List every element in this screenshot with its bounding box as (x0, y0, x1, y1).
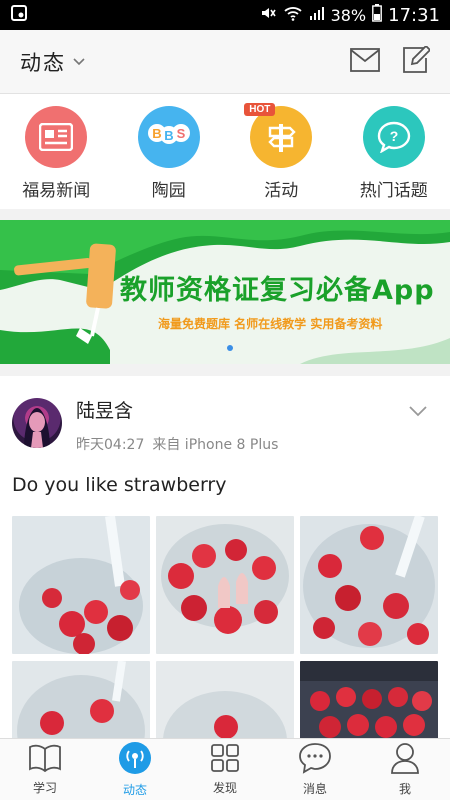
bbs-icon: B B S (137, 106, 200, 168)
photo-thumbnail[interactable] (12, 516, 150, 654)
tab-feed[interactable]: 动态 (90, 739, 180, 800)
signpost-icon: HOT (244, 103, 313, 168)
tab-label: 动态 (122, 783, 147, 797)
tab-label: 发现 (212, 781, 237, 795)
photo-thumbnail[interactable] (156, 516, 294, 654)
mute-icon (259, 4, 277, 26)
svg-text:?: ? (389, 128, 398, 144)
tab-discover[interactable]: 发现 (180, 739, 270, 800)
post-source: 来自 iPhone 8 Plus (152, 437, 279, 453)
signal-icon (309, 5, 325, 25)
svg-text:B: B (152, 126, 161, 141)
entry-label: 热门话题 (359, 181, 428, 201)
photo-thumbnail[interactable] (156, 661, 294, 738)
clock: 17:31 (388, 4, 440, 26)
tab-label: 消息 (302, 782, 327, 796)
broadcast-icon (118, 741, 152, 779)
tab-label: 我 (398, 782, 411, 796)
post-author[interactable]: 陆昱含 (76, 396, 133, 423)
chat-bubble-icon (298, 742, 332, 778)
status-bar: 38% 17:31 (0, 0, 450, 30)
photo-thumbnail[interactable] (300, 516, 438, 654)
tab-label: 学习 (32, 781, 57, 795)
bottom-tab-bar: 学习 动态 发现 消息 我 (0, 738, 450, 800)
entry-label: 陶园 (151, 181, 186, 201)
hot-badge: HOT (244, 103, 276, 116)
tab-study[interactable]: 学习 (0, 739, 90, 800)
banner-subtitle: 海量免费题库 名师在线教学 实用备考资料 (158, 317, 383, 331)
photo-grid (12, 516, 438, 738)
screenshot-notification-icon (10, 4, 28, 26)
quick-entry-bar: 福易新闻 B B S 陶园 HOT 活动 ? 热门话题 (0, 94, 450, 209)
battery-icon (372, 4, 383, 26)
tab-messages[interactable]: 消息 (270, 739, 360, 800)
post-time: 昨天04:27 (76, 437, 145, 453)
carousel-indicator (227, 345, 233, 351)
svg-text:B: B (164, 128, 173, 143)
top-app-bar: 动态 (0, 30, 450, 94)
avatar[interactable] (12, 398, 62, 448)
entry-label: 福易新闻 (22, 181, 91, 201)
entry-news[interactable]: 福易新闻 (6, 106, 106, 209)
entry-activity[interactable]: HOT 活动 (231, 103, 331, 209)
page-title[interactable]: 动态 (20, 47, 66, 77)
entry-bbs[interactable]: B B S 陶园 (119, 106, 219, 209)
banner-title: 教师资格证复习必备App (120, 275, 435, 306)
chevron-down-icon[interactable] (408, 402, 428, 421)
chat-question-icon: ? (362, 106, 425, 168)
wifi-icon (283, 4, 303, 26)
battery-percentage: 38% (330, 5, 367, 25)
photo-thumbnail[interactable] (12, 661, 150, 738)
entry-hot-topics[interactable]: ? 热门话题 (344, 106, 444, 209)
compose-icon[interactable] (402, 44, 432, 78)
svg-text:S: S (176, 126, 185, 141)
post-meta: 昨天04:27 来自 iPhone 8 Plus (76, 434, 278, 454)
mail-icon[interactable] (350, 47, 380, 76)
photo-thumbnail[interactable] (300, 661, 438, 738)
tab-me[interactable]: 我 (360, 739, 450, 800)
app-screen: 38% 17:31 动态 福易新闻 B B S 陶园 HOT 活动 ? 热门话题… (0, 0, 450, 800)
grid-icon (210, 743, 240, 777)
entry-label: 活动 (264, 181, 299, 201)
post-text: Do you like strawberry (12, 474, 227, 496)
book-icon (28, 743, 62, 777)
person-icon (390, 742, 420, 778)
chevron-down-icon[interactable] (72, 52, 86, 71)
news-icon (25, 106, 88, 168)
feed-post[interactable]: 陆昱含 昨天04:27 来自 iPhone 8 Plus Do you like … (0, 376, 450, 738)
